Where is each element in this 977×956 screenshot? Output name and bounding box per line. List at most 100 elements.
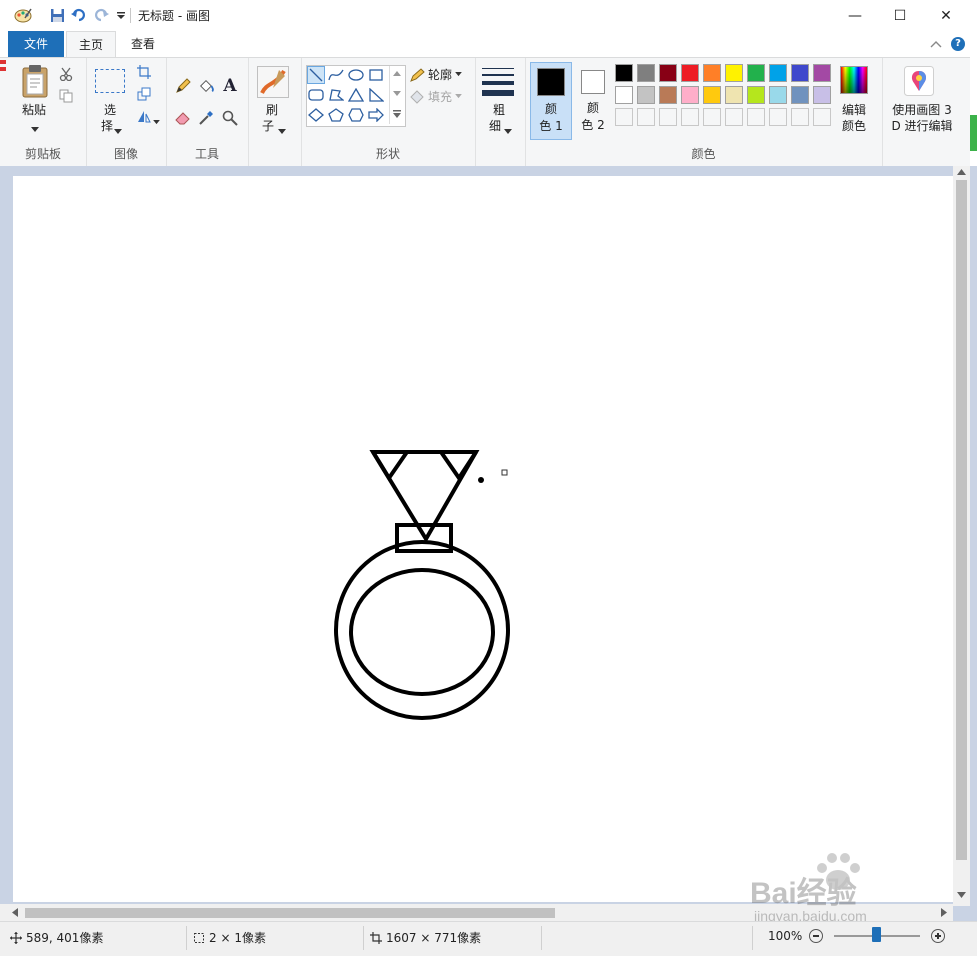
polygon-shape-icon[interactable]	[327, 86, 345, 104]
size-label-1[interactable]: 粗	[479, 102, 519, 118]
paint3d-icon[interactable]	[904, 66, 934, 99]
color-swatch[interactable]	[703, 64, 721, 82]
drawing-canvas[interactable]	[13, 176, 953, 902]
rotate-icon[interactable]	[136, 108, 152, 124]
color-swatch[interactable]	[769, 64, 787, 82]
color-swatch[interactable]	[681, 108, 699, 126]
triangle-shape-icon[interactable]	[347, 86, 365, 104]
color-swatch[interactable]	[791, 64, 809, 82]
minimize-button[interactable]: —	[832, 0, 878, 31]
arrow-shape-icon[interactable]	[367, 106, 385, 124]
close-button[interactable]: ✕	[923, 0, 969, 31]
select-dropdown-icon[interactable]	[114, 124, 122, 138]
tab-home[interactable]: 主页	[66, 31, 117, 58]
horizontal-scrollbar[interactable]	[0, 904, 953, 921]
color-swatch[interactable]	[813, 108, 831, 126]
canvas-resize-handle[interactable]	[501, 469, 508, 476]
color-swatch[interactable]	[769, 86, 787, 104]
color-swatch[interactable]	[637, 64, 655, 82]
scroll-down-icon[interactable]	[957, 892, 966, 898]
save-icon[interactable]	[47, 5, 67, 25]
paste-dropdown-icon[interactable]	[31, 122, 39, 136]
paint-app-icon[interactable]	[13, 5, 33, 25]
right-triangle-shape-icon[interactable]	[367, 86, 385, 104]
text-tool-icon[interactable]: A	[222, 76, 238, 96]
color-swatch[interactable]	[703, 108, 721, 126]
magnifier-icon[interactable]	[222, 110, 238, 126]
color-swatch[interactable]	[747, 108, 765, 126]
undo-icon[interactable]	[69, 5, 89, 25]
color-swatch[interactable]	[791, 86, 809, 104]
tab-file[interactable]: 文件	[8, 31, 64, 57]
paint3d-label-2[interactable]: D 进行编辑	[882, 118, 962, 134]
color-swatch[interactable]	[659, 86, 677, 104]
tab-view[interactable]: 查看	[119, 31, 167, 57]
brush-icon[interactable]	[257, 66, 289, 101]
color-swatch[interactable]	[747, 86, 765, 104]
select-icon[interactable]	[95, 69, 125, 93]
color-swatch[interactable]	[703, 86, 721, 104]
select-label-1[interactable]: 选	[90, 102, 130, 118]
pencil-icon[interactable]	[175, 78, 191, 94]
help-icon[interactable]: ?	[951, 37, 965, 51]
paste-button[interactable]: 粘贴	[14, 102, 54, 118]
zoom-slider-thumb[interactable]	[872, 927, 881, 942]
rotate-dropdown-icon[interactable]	[153, 114, 160, 128]
edit-colors-label-2[interactable]: 颜色	[834, 118, 874, 134]
collapse-ribbon-icon[interactable]	[930, 38, 942, 52]
color-swatch[interactable]	[813, 64, 831, 82]
color-swatch[interactable]	[637, 108, 655, 126]
pentagon-shape-icon[interactable]	[327, 106, 345, 124]
cut-icon[interactable]	[58, 66, 74, 82]
curve-shape-icon[interactable]	[327, 66, 345, 84]
color-swatch[interactable]	[615, 86, 633, 104]
edit-colors-icon[interactable]	[840, 66, 868, 94]
paint3d-label-1[interactable]: 使用画图 3	[882, 102, 962, 118]
edit-colors-label-1[interactable]: 编辑	[834, 102, 874, 118]
brush-dropdown-icon[interactable]	[278, 124, 286, 138]
color-swatch[interactable]	[659, 64, 677, 82]
crop-icon[interactable]	[136, 64, 152, 80]
customize-dropdown-icon[interactable]	[111, 5, 131, 25]
color-swatch[interactable]	[681, 64, 699, 82]
scroll-up-icon[interactable]	[957, 169, 966, 175]
horizontal-scroll-thumb[interactable]	[25, 908, 555, 918]
scroll-left-icon[interactable]	[12, 908, 18, 917]
scroll-right-icon[interactable]	[941, 908, 947, 917]
vertical-scroll-thumb[interactable]	[956, 180, 967, 860]
fill-button[interactable]: 填充	[409, 88, 462, 105]
fill-bucket-icon[interactable]	[198, 78, 214, 94]
diamond-shape-icon[interactable]	[307, 106, 325, 124]
outline-button[interactable]: 轮廓	[409, 66, 462, 83]
color-swatch[interactable]	[615, 64, 633, 82]
color-swatch[interactable]	[725, 108, 743, 126]
hexagon-shape-icon[interactable]	[347, 106, 365, 124]
color-swatch[interactable]	[637, 86, 655, 104]
brush-label-1[interactable]: 刷	[252, 102, 292, 118]
color-swatch[interactable]	[791, 108, 809, 126]
color-swatch[interactable]	[615, 108, 633, 126]
zoom-in-button[interactable]	[931, 929, 945, 943]
color-swatch[interactable]	[813, 86, 831, 104]
color-swatch[interactable]	[659, 108, 677, 126]
oval-shape-icon[interactable]	[347, 66, 365, 84]
vertical-scrollbar[interactable]	[953, 166, 970, 906]
line-size-icon[interactable]	[482, 68, 514, 96]
eraser-icon[interactable]	[175, 110, 191, 126]
color-swatch[interactable]	[725, 86, 743, 104]
size-dropdown-icon[interactable]	[504, 124, 512, 138]
color-picker-icon[interactable]	[198, 110, 214, 126]
redo-icon[interactable]	[91, 5, 111, 25]
zoom-out-button[interactable]	[809, 929, 823, 943]
color-swatch[interactable]	[681, 86, 699, 104]
rectangle-shape-icon[interactable]	[367, 66, 385, 84]
maximize-button[interactable]: ☐	[877, 0, 923, 31]
resize-icon[interactable]	[136, 86, 152, 102]
paste-icon[interactable]	[20, 64, 50, 101]
color-swatch[interactable]	[769, 108, 787, 126]
shapes-scroll[interactable]	[389, 66, 404, 124]
color-swatch[interactable]	[747, 64, 765, 82]
line-shape-icon[interactable]	[307, 66, 325, 84]
color-swatch[interactable]	[725, 64, 743, 82]
copy-icon[interactable]	[58, 88, 74, 104]
